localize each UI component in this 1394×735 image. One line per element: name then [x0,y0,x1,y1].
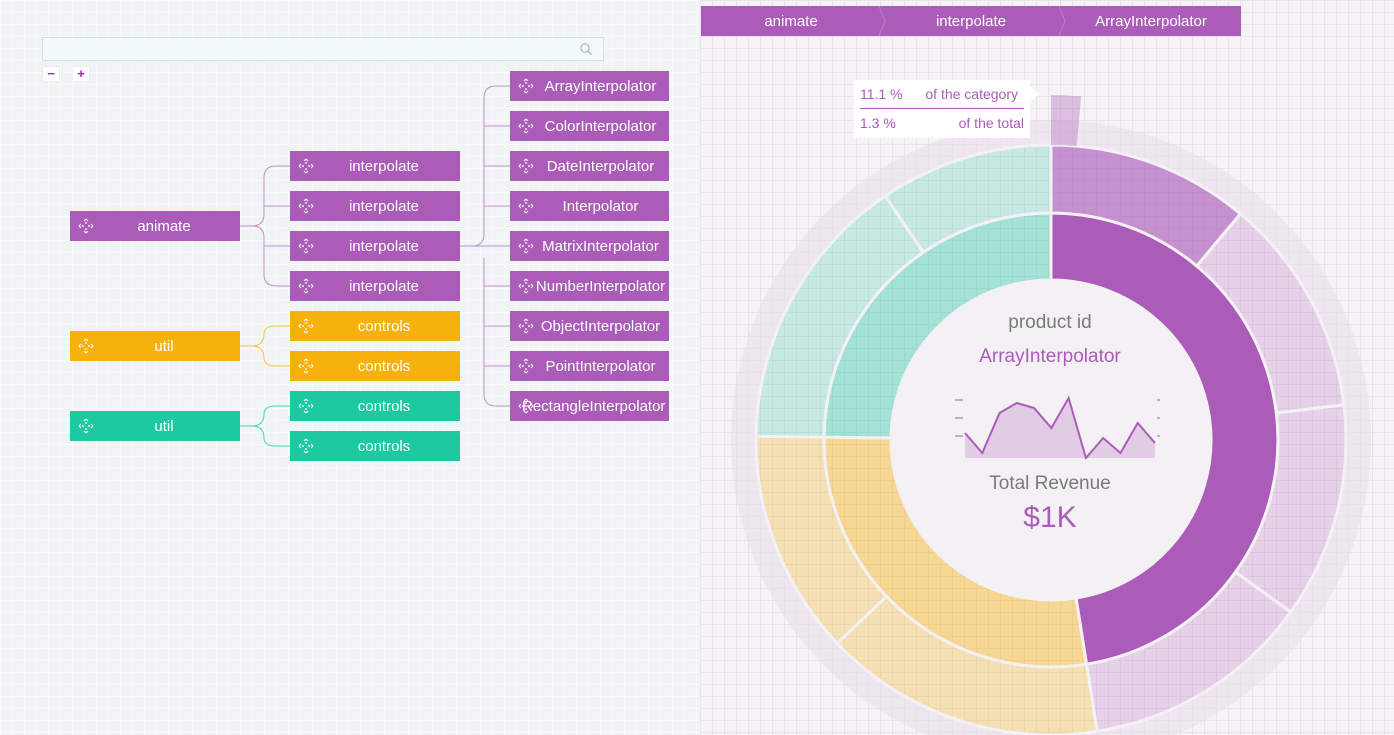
tree-node-numberinterpolator[interactable]: NumberInterpolator [510,271,669,301]
move-arrows-icon[interactable] [518,158,534,174]
segment-tooltip: 11.1 % of the category 1.3 % of the tota… [854,80,1030,138]
move-arrows-icon[interactable] [518,278,534,294]
revenue-sparkline [955,395,1160,461]
tree-node-label: interpolate [348,277,420,295]
tree-node-rectangleinterpolator[interactable]: RectangleInterpolator [510,391,669,421]
move-arrows-icon[interactable] [518,238,534,254]
tree-node-label: ObjectInterpolator [540,317,661,335]
tree-node-label: NumberInterpolator [535,277,666,295]
tree-node-animate[interactable]: animate [70,211,240,241]
tooltip-total-text: of the total [958,115,1024,131]
move-arrows-icon[interactable] [518,118,534,134]
move-arrows-icon[interactable] [518,78,534,94]
tree-node-controls[interactable]: controls [290,311,460,341]
tooltip-category-text: of the category [925,86,1018,102]
tree-node-label: DateInterpolator [546,157,655,175]
breadcrumb-separator [879,6,886,36]
tree-node-interpolate[interactable]: interpolate [290,271,460,301]
tree-node-label: controls [357,397,411,415]
tree-node-label: PointInterpolator [545,357,656,375]
move-arrows-icon[interactable] [298,278,314,294]
tooltip-pointer [1030,86,1039,102]
tooltip-total-row: 1.3 % of the total [860,109,1030,137]
tree-node-label: controls [357,357,411,375]
move-arrows-icon[interactable] [298,358,314,374]
move-arrows-icon[interactable] [78,418,94,434]
move-arrows-icon[interactable] [78,338,94,354]
tooltip-category-pct: 11.1 % [860,86,903,102]
tree-node-matrixinterpolator[interactable]: MatrixInterpolator [510,231,669,261]
move-arrows-icon[interactable] [298,238,314,254]
tree-node-label: interpolate [348,237,420,255]
center-field-label: product id [1008,312,1092,333]
center-metric-value: $1K [1023,501,1077,534]
tree-node-label: ColorInterpolator [544,117,657,135]
tree-node-label: util [154,337,174,355]
tree-node-util[interactable]: util [70,331,240,361]
tree-node-arrayinterpolator[interactable]: ArrayInterpolator [510,71,669,101]
move-arrows-icon[interactable] [78,218,94,234]
tree-node-label: controls [357,317,411,335]
tree-node-interpolate[interactable]: interpolate [290,231,460,261]
tooltip-category-row: 11.1 % of the category [860,80,1024,109]
tree-node-colorinterpolator[interactable]: ColorInterpolator [510,111,669,141]
sunburst-segment-arrayinterpolator[interactable] [1051,95,1082,147]
move-arrows-icon[interactable] [518,398,534,414]
move-arrows-icon[interactable] [298,438,314,454]
tree-node-label: animate [137,217,191,235]
move-arrows-icon[interactable] [298,158,314,174]
tree-node-label: MatrixInterpolator [542,237,659,255]
tree-node-pointinterpolator[interactable]: PointInterpolator [510,351,669,381]
tree-node-interpolator[interactable]: Interpolator [510,191,669,221]
tree-node-objectinterpolator[interactable]: ObjectInterpolator [510,311,669,341]
tree-node-controls[interactable]: controls [290,391,460,421]
tree-node-label: interpolate [348,197,420,215]
tree-node-label: util [154,417,174,435]
tree-node-label: controls [357,437,411,455]
tooltip-total-pct: 1.3 % [860,115,896,131]
breadcrumb-separator [1059,6,1066,36]
move-arrows-icon[interactable] [518,198,534,214]
tree-node-label: interpolate [348,157,420,175]
move-arrows-icon[interactable] [298,398,314,414]
tree-node-interpolate[interactable]: interpolate [290,191,460,221]
center-field-value: ArrayInterpolator [979,346,1121,367]
center-metric-label: Total Revenue [989,473,1111,494]
tree-node-label: Interpolator [562,197,639,215]
tree-node-controls[interactable]: controls [290,431,460,461]
tree-node-interpolate[interactable]: interpolate [290,151,460,181]
tree-node-controls[interactable]: controls [290,351,460,381]
move-arrows-icon[interactable] [298,198,314,214]
move-arrows-icon[interactable] [518,358,534,374]
tree-node-dateinterpolator[interactable]: DateInterpolator [510,151,669,181]
move-arrows-icon[interactable] [518,318,534,334]
tree-node-label: ArrayInterpolator [544,77,657,95]
tree-node-util[interactable]: util [70,411,240,441]
move-arrows-icon[interactable] [298,318,314,334]
